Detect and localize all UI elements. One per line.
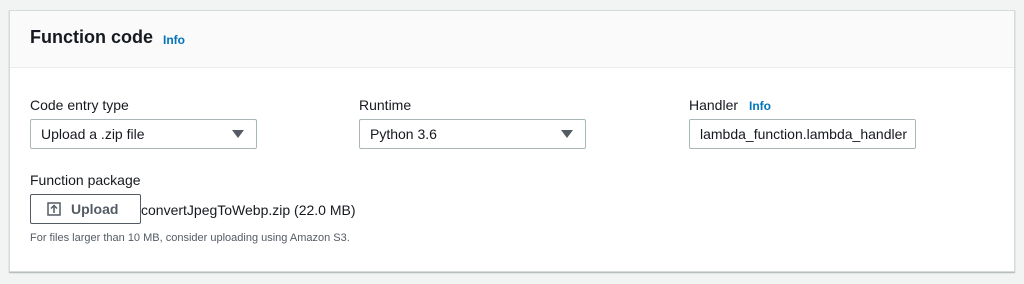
panel-header: Function code Info	[10, 11, 1014, 68]
code-entry-type-select[interactable]: Upload a .zip file	[30, 119, 257, 149]
function-package-label: Function package	[30, 172, 141, 188]
panel-title: Function code	[30, 27, 153, 47]
uploaded-file-name: convertJpegToWebp.zip (22.0 MB)	[141, 202, 356, 218]
handler-info-link[interactable]: Info	[749, 99, 771, 113]
handler-input[interactable]	[689, 119, 916, 149]
upload-size-hint: For files larger than 10 MB, consider up…	[30, 232, 350, 244]
runtime-value: Python 3.6	[370, 126, 437, 142]
function-code-panel: Function code Info Code entry type Uploa…	[9, 10, 1015, 272]
function-code-info-link[interactable]: Info	[163, 33, 185, 47]
runtime-label: Runtime	[359, 97, 412, 113]
handler-label: Handler	[689, 97, 739, 113]
upload-button-label: Upload	[71, 201, 119, 217]
chevron-down-icon	[232, 130, 244, 138]
upload-button[interactable]: Upload	[30, 194, 141, 224]
code-entry-type-label: Code entry type	[30, 97, 129, 113]
code-entry-type-value: Upload a .zip file	[41, 126, 145, 142]
upload-icon	[47, 202, 61, 216]
runtime-select[interactable]: Python 3.6	[359, 119, 586, 149]
chevron-down-icon	[561, 130, 573, 138]
